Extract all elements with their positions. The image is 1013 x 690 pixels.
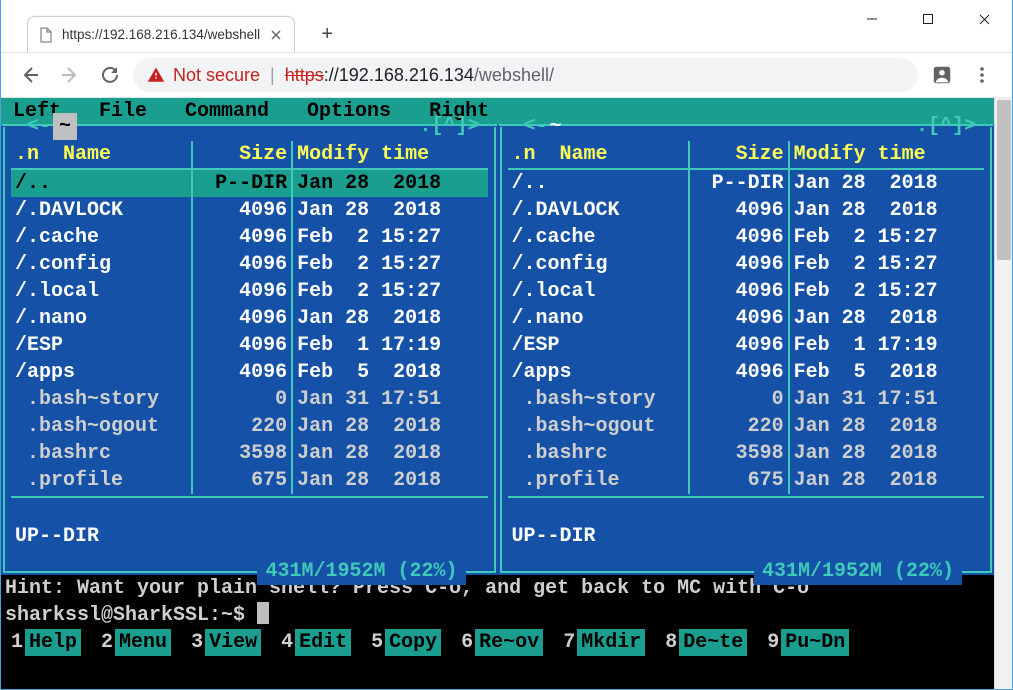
fn-key[interactable]: 3View (181, 629, 271, 656)
col-name: .n Name (508, 141, 689, 169)
not-secure-label: Not secure (173, 65, 260, 86)
panel-left-arrow: <- (27, 113, 51, 140)
file-row[interactable]: /.DAVLOCK4096Jan 28 2018 (11, 197, 488, 224)
fn-key[interactable]: 2Menu (91, 629, 181, 656)
cursor-icon (257, 602, 269, 624)
col-modify: Modify time (789, 141, 984, 169)
fn-key[interactable]: 7Mkdir (553, 629, 655, 656)
mc-menu-item[interactable]: Command (175, 98, 297, 125)
file-row[interactable]: /.cache4096Feb 2 15:27 (508, 224, 985, 251)
fn-key[interactable]: 4Edit (271, 629, 361, 656)
fn-key[interactable]: 6Re~ov (451, 629, 553, 656)
window-minimize-button[interactable] (844, 0, 900, 38)
col-size: Size (689, 141, 789, 169)
url-display: https://192.168.216.134/webshell/ (285, 65, 554, 86)
col-name: .n Name (11, 141, 192, 169)
file-row[interactable]: /.local4096Feb 2 15:27 (508, 278, 985, 305)
file-row[interactable]: .bash~story0Jan 31 17:51 (508, 386, 985, 413)
file-row[interactable]: .bashrc3598Jan 28 2018 (11, 440, 488, 467)
left-panel[interactable]: <- ~ .[^]> .n Name Size Modify time /..P… (3, 127, 496, 573)
right-panel[interactable]: <- ~ .[^]> .n Name Size Modify time /..P… (500, 127, 993, 573)
fn-key[interactable]: 5Copy (361, 629, 451, 656)
file-row[interactable]: /.config4096Feb 2 15:27 (508, 251, 985, 278)
mc-menu-item[interactable]: Options (297, 98, 419, 125)
left-disk-free: 431M/1952M (22%) (257, 558, 465, 585)
file-row[interactable]: /.nano4096Jan 28 2018 (508, 305, 985, 332)
file-row[interactable]: /ESP4096Feb 1 17:19 (508, 332, 985, 359)
right-file-list[interactable]: .n Name Size Modify time /..P--DIRJan 28… (508, 141, 985, 494)
right-panel-path: ~ (550, 113, 562, 140)
left-file-list[interactable]: .n Name Size Modify time /..P--DIRJan 28… (11, 141, 488, 494)
browser-tab[interactable]: https://192.168.216.134/webshell (27, 16, 295, 52)
col-size: Size (192, 141, 292, 169)
panel-right-marker: .[^]> (916, 113, 976, 140)
file-row[interactable]: /.DAVLOCK4096Jan 28 2018 (508, 197, 985, 224)
window-close-button[interactable] (956, 0, 1012, 38)
fn-key[interactable]: 1Help (1, 629, 91, 656)
right-disk-free: 431M/1952M (22%) (754, 558, 962, 585)
file-row[interactable]: /..P--DIRJan 28 2018 (11, 169, 488, 197)
forward-button[interactable] (53, 58, 87, 92)
reload-button[interactable] (93, 58, 127, 92)
omnibox[interactable]: Not secure | https://192.168.216.134/web… (133, 58, 918, 92)
file-row[interactable]: .bash~ogout220Jan 28 2018 (11, 413, 488, 440)
close-tab-icon[interactable] (268, 27, 284, 43)
file-row[interactable]: .bashrc3598Jan 28 2018 (508, 440, 985, 467)
mc-menu-item[interactable]: File (89, 98, 175, 125)
file-row[interactable]: .bash~ogout220Jan 28 2018 (508, 413, 985, 440)
file-row[interactable]: /ESP4096Feb 1 17:19 (11, 332, 488, 359)
new-tab-button[interactable]: + (313, 20, 341, 48)
file-row[interactable]: .profile675Jan 28 2018 (508, 467, 985, 494)
account-icon[interactable] (924, 57, 960, 93)
file-row[interactable]: .bash~story0Jan 31 17:51 (11, 386, 488, 413)
col-modify: Modify time (292, 141, 487, 169)
file-row[interactable]: .profile675Jan 28 2018 (11, 467, 488, 494)
mc-menubar[interactable]: LeftFileCommandOptionsRight (1, 98, 994, 125)
omnibox-separator: | (270, 65, 275, 86)
file-row[interactable]: /..P--DIRJan 28 2018 (508, 169, 985, 197)
page-content: LeftFileCommandOptionsRight <- ~ .[^]> .… (1, 98, 1012, 689)
file-row[interactable]: /.nano4096Jan 28 2018 (11, 305, 488, 332)
fn-key[interactable]: 9Pu~Dn (757, 629, 859, 656)
fn-key[interactable]: 8De~te (655, 629, 757, 656)
back-button[interactable] (13, 58, 47, 92)
warning-icon (147, 66, 165, 84)
panel-left-arrow: <- (524, 113, 548, 140)
file-row[interactable]: /apps4096Feb 5 2018 (508, 359, 985, 386)
terminal-app[interactable]: LeftFileCommandOptionsRight <- ~ .[^]> .… (1, 98, 994, 656)
left-panel-path: ~ (53, 113, 77, 140)
panel-right-marker: .[^]> (419, 113, 479, 140)
file-row[interactable]: /.local4096Feb 2 15:27 (11, 278, 488, 305)
file-row[interactable]: /apps4096Feb 5 2018 (11, 359, 488, 386)
window-maximize-button[interactable] (900, 0, 956, 38)
menu-icon[interactable] (964, 57, 1000, 93)
file-row[interactable]: /.cache4096Feb 2 15:27 (11, 224, 488, 251)
prompt-line[interactable]: sharkssl@SharkSSL:~$ (5, 602, 990, 629)
function-key-bar[interactable]: 1Help2Menu3View4Edit5Copy6Re~ov7Mkdir8De… (1, 629, 994, 656)
vertical-scrollbar[interactable] (994, 98, 1012, 689)
file-row[interactable]: /.config4096Feb 2 15:27 (11, 251, 488, 278)
tab-title: https://192.168.216.134/webshell (62, 27, 260, 42)
left-panel-footer: UP--DIR (11, 523, 488, 550)
right-panel-footer: UP--DIR (508, 523, 985, 550)
page-icon (38, 27, 54, 43)
scrollbar-thumb[interactable] (997, 100, 1011, 260)
browser-toolbar: Not secure | https://192.168.216.134/web… (1, 52, 1012, 98)
